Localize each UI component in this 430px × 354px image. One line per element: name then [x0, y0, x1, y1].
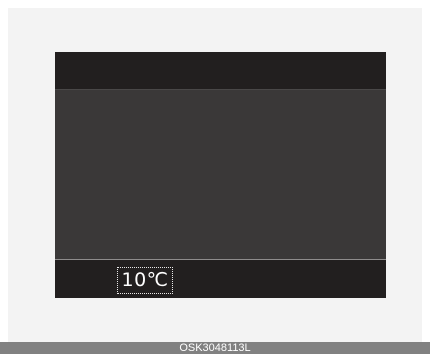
display-bottom-bar: 10℃: [55, 260, 386, 298]
cluster-display: 10℃: [55, 52, 386, 298]
outside-temperature-readout: 10℃: [117, 267, 173, 294]
display-main-area: [55, 90, 386, 259]
display-top-bar: [55, 52, 386, 89]
figure-code-caption: OSK3048113L: [0, 342, 430, 354]
